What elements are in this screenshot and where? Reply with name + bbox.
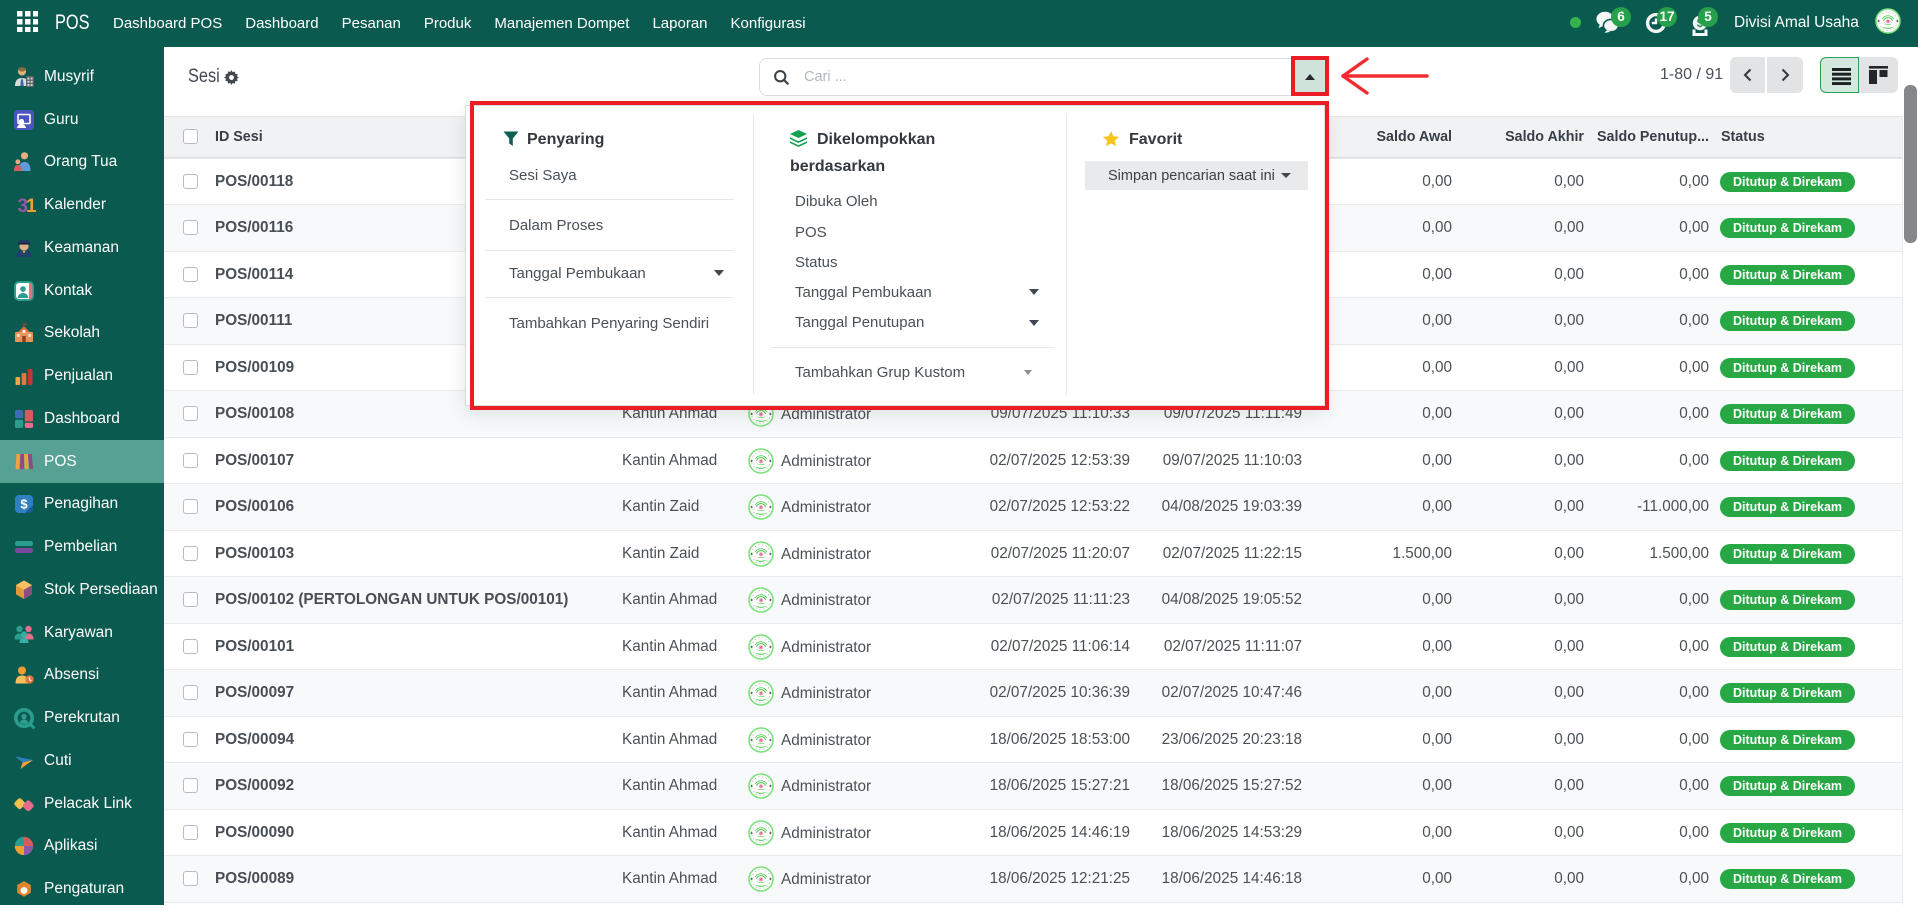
svg-text:M: M [760, 552, 763, 556]
svg-text:1: 1 [26, 196, 36, 217]
svg-text:M: M [760, 413, 763, 417]
svg-text:M: M [760, 831, 763, 835]
svg-text:M: M [1887, 20, 1890, 24]
svg-text:M: M [760, 645, 763, 649]
svg-text:M: M [760, 878, 763, 882]
svg-text:$: $ [20, 497, 28, 512]
svg-text:M: M [760, 459, 763, 463]
svg-text:M: M [760, 692, 763, 696]
svg-text:M: M [760, 738, 763, 742]
svg-text:M: M [760, 785, 763, 789]
svg-text:M: M [760, 506, 763, 510]
svg-text:M: M [760, 599, 763, 603]
